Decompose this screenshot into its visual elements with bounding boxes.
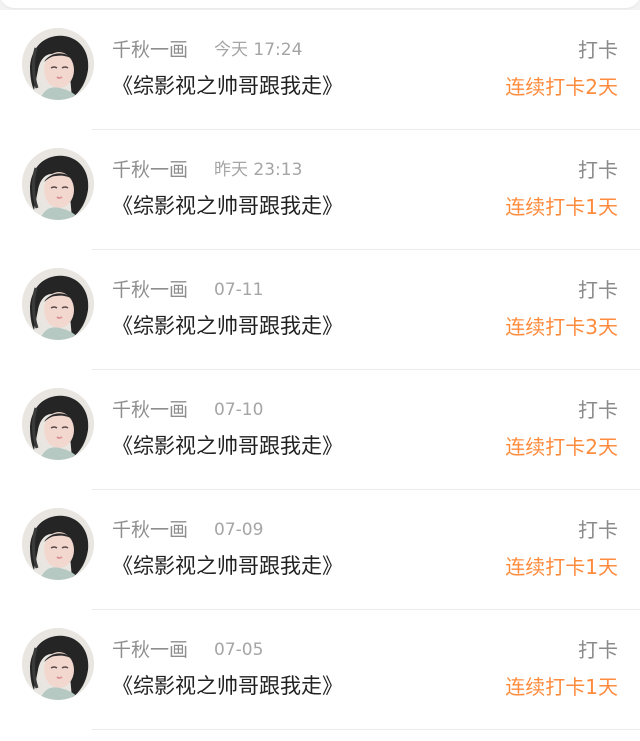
book-title[interactable]: 《综影视之帅哥跟我走》 <box>112 72 343 100</box>
book-title[interactable]: 《综影视之帅哥跟我走》 <box>112 672 343 700</box>
avatar[interactable] <box>22 508 94 580</box>
user-name: 千秋一画 <box>112 39 189 61</box>
streak-badge: 连续打卡1天 <box>505 555 618 579</box>
checkin-time: 昨天 23:13 <box>214 160 303 180</box>
user-name: 千秋一画 <box>112 519 189 541</box>
checkin-label: 打卡 <box>578 518 618 542</box>
user-avatar-illustration-icon <box>22 628 94 700</box>
checkin-label: 打卡 <box>578 638 618 662</box>
user-name: 千秋一画 <box>112 639 189 661</box>
streak-badge: 连续打卡3天 <box>505 315 618 339</box>
list-item[interactable]: 千秋一画 07-09 《综影视之帅哥跟我走》 打卡 连续打卡1天 <box>0 490 640 610</box>
checkin-label: 打卡 <box>578 398 618 422</box>
user-avatar-illustration-icon <box>22 508 94 580</box>
user-avatar-illustration-icon <box>22 268 94 340</box>
user-name: 千秋一画 <box>112 399 189 421</box>
checkin-list-screen: 千秋一画 今天 17:24 《综影视之帅哥跟我走》 打卡 连续打卡2天 千秋一画… <box>0 0 640 741</box>
avatar[interactable] <box>22 148 94 220</box>
checkin-time: 07-10 <box>214 400 264 420</box>
book-title[interactable]: 《综影视之帅哥跟我走》 <box>112 552 343 580</box>
user-name: 千秋一画 <box>112 279 189 301</box>
checkin-label: 打卡 <box>578 38 618 62</box>
avatar[interactable] <box>22 388 94 460</box>
avatar[interactable] <box>22 28 94 100</box>
checkin-time: 07-09 <box>214 520 264 540</box>
checkin-label: 打卡 <box>578 158 618 182</box>
checkin-time: 07-05 <box>214 640 264 660</box>
checkin-list: 千秋一画 今天 17:24 《综影视之帅哥跟我走》 打卡 连续打卡2天 千秋一画… <box>0 10 640 741</box>
checkin-time: 今天 17:24 <box>214 40 303 60</box>
avatar[interactable] <box>22 268 94 340</box>
book-title[interactable]: 《综影视之帅哥跟我走》 <box>112 192 343 220</box>
streak-badge: 连续打卡2天 <box>505 435 618 459</box>
streak-badge: 连续打卡2天 <box>505 75 618 99</box>
checkin-label: 打卡 <box>578 278 618 302</box>
book-title[interactable]: 《综影视之帅哥跟我走》 <box>112 432 343 460</box>
user-name: 千秋一画 <box>112 159 189 181</box>
user-avatar-illustration-icon <box>22 388 94 460</box>
list-item[interactable]: 千秋一画 07-05 《综影视之帅哥跟我走》 打卡 连续打卡1天 <box>0 610 640 730</box>
list-item[interactable]: 千秋一画 07-10 《综影视之帅哥跟我走》 打卡 连续打卡2天 <box>0 370 640 490</box>
list-item[interactable]: 千秋一画 今天 17:24 《综影视之帅哥跟我走》 打卡 连续打卡2天 <box>0 10 640 130</box>
streak-badge: 连续打卡1天 <box>505 195 618 219</box>
user-avatar-illustration-icon <box>22 28 94 100</box>
list-item[interactable]: 千秋一画 07-11 《综影视之帅哥跟我走》 打卡 连续打卡3天 <box>0 250 640 370</box>
checkin-time: 07-11 <box>214 280 264 300</box>
top-card-edge <box>0 0 640 8</box>
user-avatar-illustration-icon <box>22 148 94 220</box>
streak-badge: 连续打卡1天 <box>505 675 618 699</box>
list-item[interactable]: 千秋一画 昨天 23:13 《综影视之帅哥跟我走》 打卡 连续打卡1天 <box>0 130 640 250</box>
book-title[interactable]: 《综影视之帅哥跟我走》 <box>112 312 343 340</box>
avatar[interactable] <box>22 628 94 700</box>
